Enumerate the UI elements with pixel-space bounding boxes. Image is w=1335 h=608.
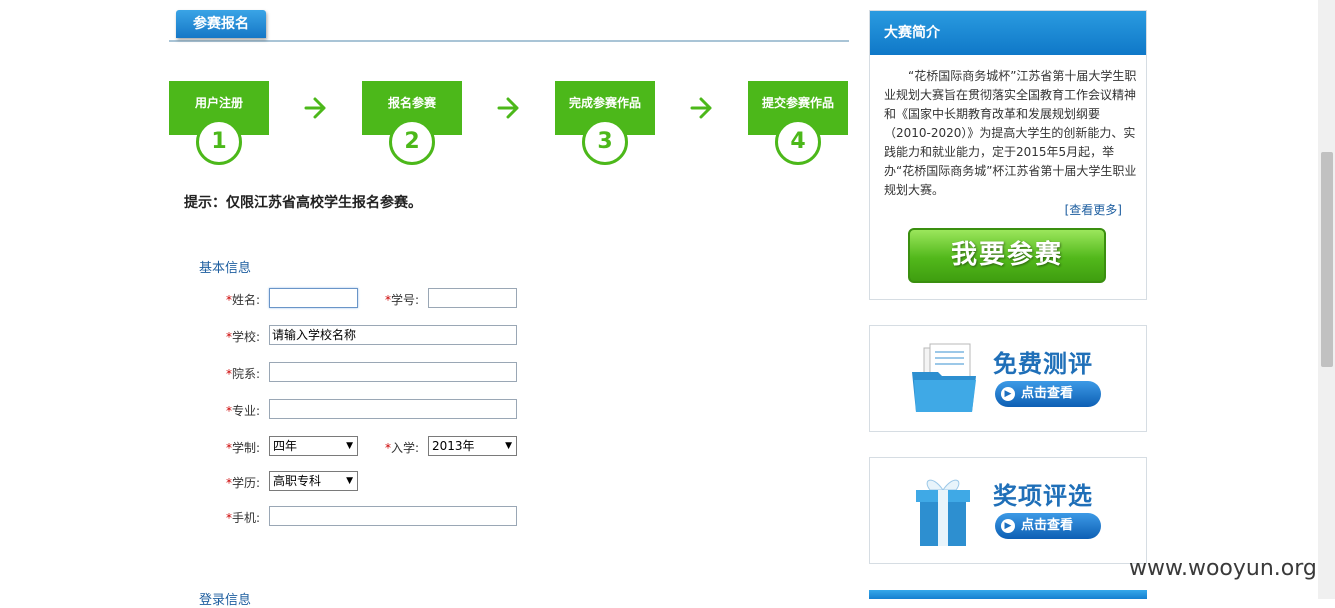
scrollbar-thumb[interactable]	[1321, 152, 1333, 367]
watermark: www.wooyun.org	[1129, 556, 1317, 581]
intro-panel: 大赛简介 “花桥国际商务城杯”江苏省第十届大学生职业规划大赛旨在贯彻落实全国教育…	[869, 10, 1147, 300]
step-number: 4	[775, 119, 821, 165]
enroll-label: *入学:	[385, 439, 419, 456]
step-3: 完成参赛作品 3	[555, 81, 655, 165]
degree-select[interactable]: 高职专科 ▼	[269, 471, 358, 491]
section-title-tab: 参赛报名	[176, 10, 266, 38]
label-text: 学校:	[232, 330, 261, 344]
next-panel-header	[869, 590, 1147, 599]
label-text: 手机:	[232, 511, 261, 525]
duration-label: *学制:	[226, 439, 260, 456]
arrow-right-icon	[497, 97, 519, 119]
name-label: *姓名:	[226, 291, 260, 308]
award-selection-banner[interactable]: 奖项评选 ▶ 点击查看	[869, 457, 1147, 564]
arrow-right-icon	[690, 97, 712, 119]
phone-label: *手机:	[226, 509, 260, 526]
button-label: 点击查看	[1021, 386, 1074, 401]
phone-input[interactable]	[269, 506, 517, 526]
major-label: *专业:	[226, 402, 260, 419]
free-assessment-banner[interactable]: 免费测评 ▶ 点击查看	[869, 325, 1147, 432]
intro-text: “花桥国际商务城杯”江苏省第十届大学生职业规划大赛旨在贯彻落实全国教育工作会议精…	[884, 69, 1137, 197]
dropdown-caret-icon: ▼	[346, 441, 353, 451]
button-label: 点击查看	[1021, 518, 1074, 533]
duration-select[interactable]: 四年 ▼	[269, 436, 358, 456]
department-label: *院系:	[226, 365, 260, 382]
label-text: 姓名:	[232, 293, 261, 307]
promo-view-button[interactable]: ▶ 点击查看	[995, 513, 1101, 539]
major-input[interactable]	[269, 399, 517, 419]
dropdown-caret-icon: ▼	[346, 476, 353, 486]
step-1: 用户注册 1	[169, 81, 269, 165]
arrow-right-icon	[304, 97, 326, 119]
step-number: 2	[389, 119, 435, 165]
promo-view-button[interactable]: ▶ 点击查看	[995, 381, 1101, 407]
student-id-input[interactable]	[428, 288, 517, 308]
more-link[interactable]: [查看更多]	[1065, 201, 1122, 218]
join-contest-button[interactable]: 我要参赛	[908, 228, 1106, 283]
student-id-label: *学号:	[385, 291, 419, 308]
label-text: 学历:	[232, 476, 261, 490]
selected-value: 高职专科	[273, 474, 322, 488]
selected-value: 四年	[273, 439, 298, 453]
label-text: 专业:	[232, 404, 261, 418]
dropdown-caret-icon: ▼	[505, 441, 512, 451]
name-input[interactable]	[269, 288, 358, 308]
step-number: 3	[582, 119, 628, 165]
folder-documents-icon	[912, 343, 976, 412]
play-circle-icon: ▶	[1001, 387, 1015, 401]
step-number: 1	[196, 119, 242, 165]
label-text: 学制:	[232, 441, 261, 455]
school-input[interactable]: 请输入学校名称	[269, 325, 517, 345]
department-input[interactable]	[269, 362, 517, 382]
promo-title: 免费测评	[993, 350, 1093, 378]
gift-box-icon	[916, 479, 970, 546]
label-text: 入学:	[391, 441, 420, 455]
promo-title: 奖项评选	[993, 482, 1093, 510]
enroll-year-select[interactable]: 2013年 ▼	[428, 436, 517, 456]
play-circle-icon: ▶	[1001, 519, 1015, 533]
intro-title: 大赛简介	[870, 11, 1146, 55]
step-4: 提交参赛作品 4	[748, 81, 848, 165]
degree-label: *学历:	[226, 474, 260, 491]
label-text: 院系:	[232, 367, 261, 381]
school-label: *学校:	[226, 328, 260, 345]
label-text: 学号:	[391, 293, 420, 307]
section-header: 参赛报名	[169, 10, 849, 42]
eligibility-hint: 提示：仅限江苏省高校学生报名参赛。	[184, 195, 422, 211]
selected-value: 2013年	[432, 439, 475, 453]
basic-info-title: 基本信息	[199, 261, 252, 276]
step-2: 报名参赛 2	[362, 81, 462, 165]
